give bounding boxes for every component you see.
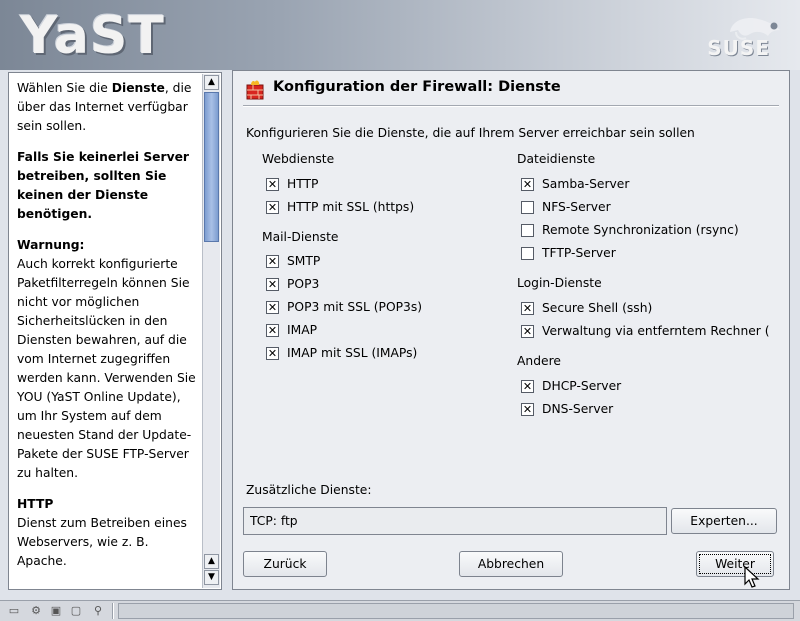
- checkbox-tftp[interactable]: TFTP-Server: [521, 244, 616, 262]
- checkbox-smtp[interactable]: ✕ SMTP: [266, 252, 320, 270]
- help-paragraph-http: HTTP Dienst zum Betreiben eines Webserver…: [17, 495, 197, 571]
- firewall-icon: [246, 80, 264, 100]
- taskbar: ▭ ⚙ ▣ ▢ ⚲: [0, 600, 800, 621]
- checkbox-label: IMAP: [287, 323, 318, 337]
- network-icon[interactable]: ⚲: [90, 604, 106, 618]
- checkbox-unchecked-icon[interactable]: [521, 200, 534, 214]
- checkbox-label: Secure Shell (ssh): [542, 301, 653, 315]
- checkbox-label: POP3: [287, 277, 320, 291]
- group-label-login: Login-Dienste: [517, 276, 602, 290]
- additional-services-input[interactable]: [243, 507, 667, 535]
- checkbox-checked-icon[interactable]: ✕: [266, 300, 279, 314]
- scroll-up-lower-icon[interactable]: ▲: [204, 554, 219, 569]
- yast-banner: YaST SUSE: [0, 0, 800, 70]
- checkbox-checked-icon[interactable]: ✕: [521, 324, 534, 338]
- firewall-services-dialog: Konfiguration der Firewall: Dienste Konf…: [232, 70, 790, 590]
- help-paragraph-intro: Wählen Sie die Dienste, die über das Int…: [17, 79, 197, 136]
- checkbox-dns[interactable]: ✕ DNS-Server: [521, 400, 613, 418]
- help-text: Wählen Sie die Dienste, die über das Int…: [17, 79, 197, 583]
- checkbox-nfs[interactable]: NFS-Server: [521, 198, 611, 216]
- taskbar-separator: [112, 603, 114, 619]
- help-heading-warning: Warnung:: [17, 238, 85, 252]
- help-scrollbar[interactable]: ▲ ▲ ▼: [202, 74, 220, 588]
- cancel-button[interactable]: Abbrechen: [459, 551, 563, 577]
- checkbox-label: Verwaltung via entferntem Rechner (: [542, 324, 770, 338]
- checkbox-pop3s[interactable]: ✕ POP3 mit SSL (POP3s): [266, 298, 422, 316]
- help-text-segment: Wählen Sie die: [17, 81, 112, 95]
- checkbox-rsync[interactable]: Remote Synchronization (rsync): [521, 221, 739, 239]
- group-label-file: Dateidienste: [517, 152, 596, 166]
- checkbox-label: NFS-Server: [542, 200, 611, 214]
- help-paragraph-note: Falls Sie keinerlei Server betreiben, so…: [17, 150, 189, 221]
- suse-logo-text: SUSE: [707, 36, 770, 60]
- checkbox-checked-icon[interactable]: ✕: [266, 277, 279, 291]
- checkbox-dhcp[interactable]: ✕ DHCP-Server: [521, 377, 621, 395]
- checkbox-label: SMTP: [287, 254, 321, 268]
- checkbox-samba[interactable]: ✕ Samba-Server: [521, 175, 629, 193]
- gear-icon[interactable]: ⚙: [28, 604, 44, 618]
- title-separator: [243, 105, 779, 107]
- checkbox-label: DNS-Server: [542, 402, 614, 416]
- window-list-icon[interactable]: ▭: [6, 604, 22, 618]
- folder-icon[interactable]: ▢: [68, 604, 84, 618]
- checkbox-checked-icon[interactable]: ✕: [266, 177, 279, 191]
- checkbox-checked-icon[interactable]: ✕: [521, 379, 534, 393]
- group-label-web: Webdienste: [262, 152, 335, 166]
- checkbox-label: TFTP-Server: [542, 246, 616, 260]
- save-icon[interactable]: ▣: [48, 604, 64, 618]
- help-text-bold: Dienste: [111, 81, 165, 95]
- additional-services-label: Zusätzliche Dienste:: [246, 483, 372, 497]
- checkbox-http[interactable]: ✕ HTTP: [266, 175, 318, 193]
- checkbox-label: Remote Synchronization (rsync): [542, 223, 739, 237]
- checkbox-label: POP3 mit SSL (POP3s): [287, 300, 423, 314]
- group-label-other: Andere: [517, 354, 561, 368]
- checkbox-https[interactable]: ✕ HTTP mit SSL (https): [266, 198, 414, 216]
- checkbox-checked-icon[interactable]: ✕: [266, 254, 279, 268]
- next-button[interactable]: Weiter: [696, 551, 774, 577]
- yast-logo: YaST: [20, 6, 165, 66]
- checkbox-checked-icon[interactable]: ✕: [266, 200, 279, 214]
- checkbox-label: HTTP mit SSL (https): [287, 200, 415, 214]
- checkbox-checked-icon[interactable]: ✕: [521, 177, 534, 191]
- taskbar-task-area[interactable]: [118, 603, 794, 619]
- checkbox-checked-icon[interactable]: ✕: [521, 402, 534, 416]
- scroll-up-icon[interactable]: ▲: [204, 75, 219, 90]
- checkbox-unchecked-icon[interactable]: [521, 223, 534, 237]
- help-paragraph-warning: Warnung: Auch korrekt konfigurierte Paket…: [17, 236, 197, 483]
- checkbox-checked-icon[interactable]: ✕: [266, 323, 279, 337]
- back-button[interactable]: Zurück: [243, 551, 327, 577]
- checkbox-imaps[interactable]: ✕ IMAP mit SSL (IMAPs): [266, 344, 417, 362]
- checkbox-remote-admin[interactable]: ✕ Verwaltung via entferntem Rechner (: [521, 322, 770, 340]
- intro-text: Konfigurieren Sie die Dienste, die auf I…: [246, 126, 695, 140]
- mouse-cursor-icon: [744, 566, 760, 588]
- help-panel: Wählen Sie die Dienste, die über das Int…: [8, 72, 222, 590]
- checkbox-pop3[interactable]: ✕ POP3: [266, 275, 319, 293]
- checkbox-ssh[interactable]: ✕ Secure Shell (ssh): [521, 299, 652, 317]
- group-label-mail: Mail-Dienste: [262, 230, 339, 244]
- checkbox-checked-icon[interactable]: ✕: [266, 346, 279, 360]
- checkbox-label: DHCP-Server: [542, 379, 622, 393]
- checkbox-label: IMAP mit SSL (IMAPs): [287, 346, 418, 360]
- checkbox-label: HTTP: [287, 177, 319, 191]
- checkbox-label: Samba-Server: [542, 177, 630, 191]
- help-http-text: Dienst zum Betreiben eines Webservers, w…: [17, 516, 187, 568]
- scroll-down-icon[interactable]: ▼: [204, 570, 219, 585]
- help-warning-text: Auch korrekt konfigurierte Paketfilterre…: [17, 257, 196, 480]
- checkbox-checked-icon[interactable]: ✕: [521, 301, 534, 315]
- help-heading-http: HTTP: [17, 497, 54, 511]
- expert-button[interactable]: Experten...: [671, 508, 777, 534]
- dialog-title: Konfiguration der Firewall: Dienste: [273, 79, 561, 95]
- checkbox-imap[interactable]: ✕ IMAP: [266, 321, 317, 339]
- scrollbar-thumb[interactable]: [204, 92, 219, 242]
- checkbox-unchecked-icon[interactable]: [521, 246, 534, 260]
